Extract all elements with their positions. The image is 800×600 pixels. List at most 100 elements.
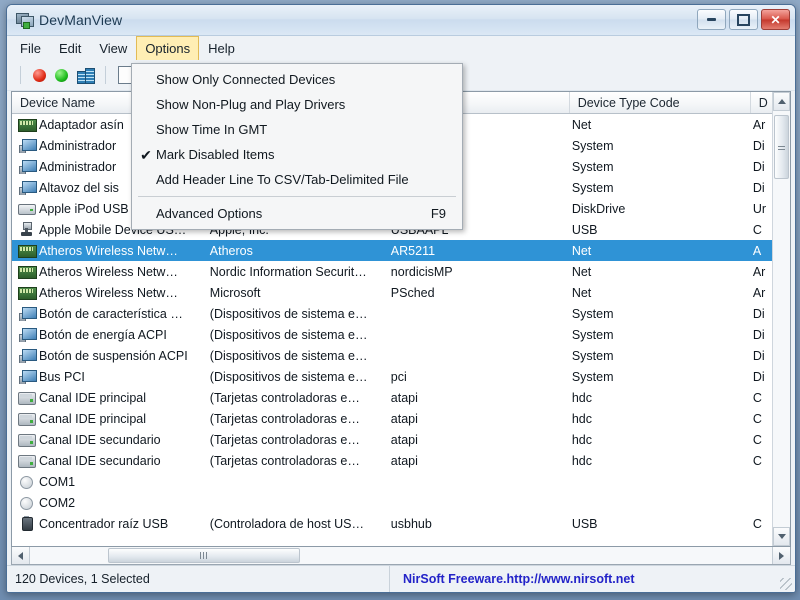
cell-driver: nordicisMP xyxy=(390,264,453,279)
scroll-down-button[interactable] xyxy=(773,527,790,546)
menu-separator xyxy=(138,196,456,197)
cell-driver: AR5211 xyxy=(390,243,436,258)
cell-vendor: (Dispositivos de sistema e… xyxy=(209,369,368,384)
red-dot-icon[interactable] xyxy=(33,68,46,82)
menu-item[interactable]: Show Non-Plug and Play Drivers xyxy=(132,92,462,117)
cell-device-type-code: System xyxy=(571,138,614,153)
scroll-up-button[interactable] xyxy=(773,92,790,111)
cell-device-type-code: System xyxy=(571,306,614,321)
cell-device-name: COM1 xyxy=(12,474,208,489)
nirsoft-url-link[interactable]: http://www.nirsoft.net xyxy=(507,572,635,586)
scroll-left-button[interactable] xyxy=(12,547,30,564)
options-dropdown-menu: Show Only Connected Devices Show Non-Plug… xyxy=(131,63,463,230)
title-bar: DevManView ✕ xyxy=(7,5,795,36)
com-device-icon xyxy=(18,474,35,489)
device-name-text: Botón de característica … xyxy=(39,306,183,321)
cell-device-name: Botón de característica … xyxy=(12,306,208,321)
net-device-icon xyxy=(18,285,37,300)
horizontal-scrollbar[interactable] xyxy=(11,547,791,565)
cell-device-type-code: Net xyxy=(571,117,592,132)
usb-device-icon xyxy=(18,222,35,237)
vertical-scrollbar[interactable] xyxy=(772,92,790,546)
cell-driver: atapi xyxy=(390,432,418,447)
table-row[interactable]: Botón de energía ACPI (Dispositivos de si… xyxy=(12,324,790,345)
cell-device-name: Canal IDE principal xyxy=(12,411,208,426)
cell-device-type-code: System xyxy=(571,369,614,384)
table-row[interactable]: Atheros Wireless Netw… Nordic Information… xyxy=(12,261,790,282)
com-device-icon xyxy=(18,495,35,510)
ide-device-icon xyxy=(18,411,36,426)
device-name-text: Canal IDE principal xyxy=(39,390,146,405)
menu-help[interactable]: Help xyxy=(199,36,244,60)
device-name-text: Canal IDE secundario xyxy=(39,453,161,468)
properties-icon[interactable] xyxy=(77,67,95,84)
cell-device-type-code: DiskDrive xyxy=(571,201,626,216)
minimize-button[interactable] xyxy=(697,9,726,30)
cell-device-type-code: USB xyxy=(571,222,598,237)
cell-driver: atapi xyxy=(390,390,418,405)
device-name-text: Botón de energía ACPI xyxy=(39,327,167,342)
menu-file[interactable]: File xyxy=(11,36,50,60)
menu-edit[interactable]: Edit xyxy=(50,36,90,60)
sys-device-icon xyxy=(18,180,37,195)
table-row[interactable]: Atheros Wireless Netw… Microsoft PSched Net… xyxy=(12,282,790,303)
vertical-scroll-thumb[interactable] xyxy=(774,115,789,179)
table-row[interactable]: Canal IDE secundario (Tarjetas controlado… xyxy=(12,450,790,471)
cell-driver: pci xyxy=(390,369,407,384)
menu-item[interactable]: Show Only Connected Devices xyxy=(132,67,462,92)
cell-device-type-code: hdc xyxy=(571,432,592,447)
device-name-text: Atheros Wireless Netw… xyxy=(39,243,178,258)
table-row[interactable]: COM2 xyxy=(12,492,790,513)
status-device-count: 120 Devices, 1 Selected xyxy=(7,566,390,592)
table-row[interactable]: COM1 xyxy=(12,471,790,492)
menu-item-label: Mark Disabled Items xyxy=(156,147,275,162)
disk-device-icon xyxy=(18,201,36,216)
cell-device-name: Canal IDE secundario xyxy=(12,432,208,447)
menu-item[interactable]: Advanced Options F9 xyxy=(132,201,462,226)
close-button[interactable]: ✕ xyxy=(761,9,790,30)
horizontal-scroll-thumb[interactable] xyxy=(108,548,300,563)
green-dot-icon[interactable] xyxy=(55,68,68,82)
cell-device-type-code: Net xyxy=(571,264,592,279)
sys-device-icon xyxy=(18,369,37,384)
menu-item[interactable]: ✔ Mark Disabled Items xyxy=(132,142,462,167)
cell-device-type-code: hdc xyxy=(571,453,592,468)
checkmark-icon: ✔ xyxy=(140,146,152,163)
cell-vendor: (Dispositivos de sistema e… xyxy=(209,327,368,342)
menu-item[interactable]: Add Header Line To CSV/Tab-Delimited Fil… xyxy=(132,167,462,192)
cell-driver: atapi xyxy=(390,453,418,468)
table-row[interactable]: Botón de característica … (Dispositivos d… xyxy=(12,303,790,324)
table-row[interactable]: Canal IDE secundario (Tarjetas controlado… xyxy=(12,429,790,450)
device-name-text: Administrador xyxy=(39,159,117,174)
menu-view[interactable]: View xyxy=(90,36,136,60)
horizontal-scroll-track[interactable] xyxy=(30,547,772,564)
ide-device-icon xyxy=(18,432,36,447)
resize-grip-icon[interactable] xyxy=(780,578,792,590)
net-device-icon xyxy=(18,243,37,258)
device-name-text: Concentrador raíz USB xyxy=(39,516,169,531)
sys-device-icon xyxy=(18,348,37,363)
menu-item-label: Add Header Line To CSV/Tab-Delimited Fil… xyxy=(156,172,409,187)
screen: DevManView ✕ File Edit View Options Help xyxy=(0,0,800,600)
sys-device-icon xyxy=(18,138,37,153)
scroll-right-button[interactable] xyxy=(772,547,790,564)
table-row[interactable]: Canal IDE principal (Tarjetas controlador… xyxy=(12,408,790,429)
cell-device-type-code: hdc xyxy=(571,411,592,426)
cell-device-name: Botón de energía ACPI xyxy=(12,327,208,342)
table-row[interactable]: Bus PCI (Dispositivos de sistema e… pci Sys… xyxy=(12,366,790,387)
table-row[interactable]: Canal IDE principal (Tarjetas controlador… xyxy=(12,387,790,408)
cell-vendor: (Dispositivos de sistema e… xyxy=(209,348,368,363)
menu-options[interactable]: Options xyxy=(136,36,200,60)
maximize-button[interactable] xyxy=(729,9,758,30)
nirsoft-label: NirSoft Freeware. xyxy=(403,572,507,586)
table-row[interactable]: Concentrador raíz USB (Controladora de ho… xyxy=(12,513,790,534)
cell-driver: atapi xyxy=(390,411,418,426)
table-row[interactable]: Botón de suspensión ACPI (Dispositivos de… xyxy=(12,345,790,366)
column-header-device-type-code[interactable]: Device Type Code xyxy=(570,92,751,113)
table-row[interactable]: Atheros Wireless Netw… Atheros AR5211 Net A xyxy=(12,240,790,261)
menu-item[interactable]: Show Time In GMT xyxy=(132,117,462,142)
vertical-scroll-track[interactable] xyxy=(773,111,790,527)
cell-device-type-code: System xyxy=(571,327,614,342)
device-name-text: Botón de suspensión ACPI xyxy=(39,348,188,363)
cell-device-type-code: Net xyxy=(571,243,592,258)
